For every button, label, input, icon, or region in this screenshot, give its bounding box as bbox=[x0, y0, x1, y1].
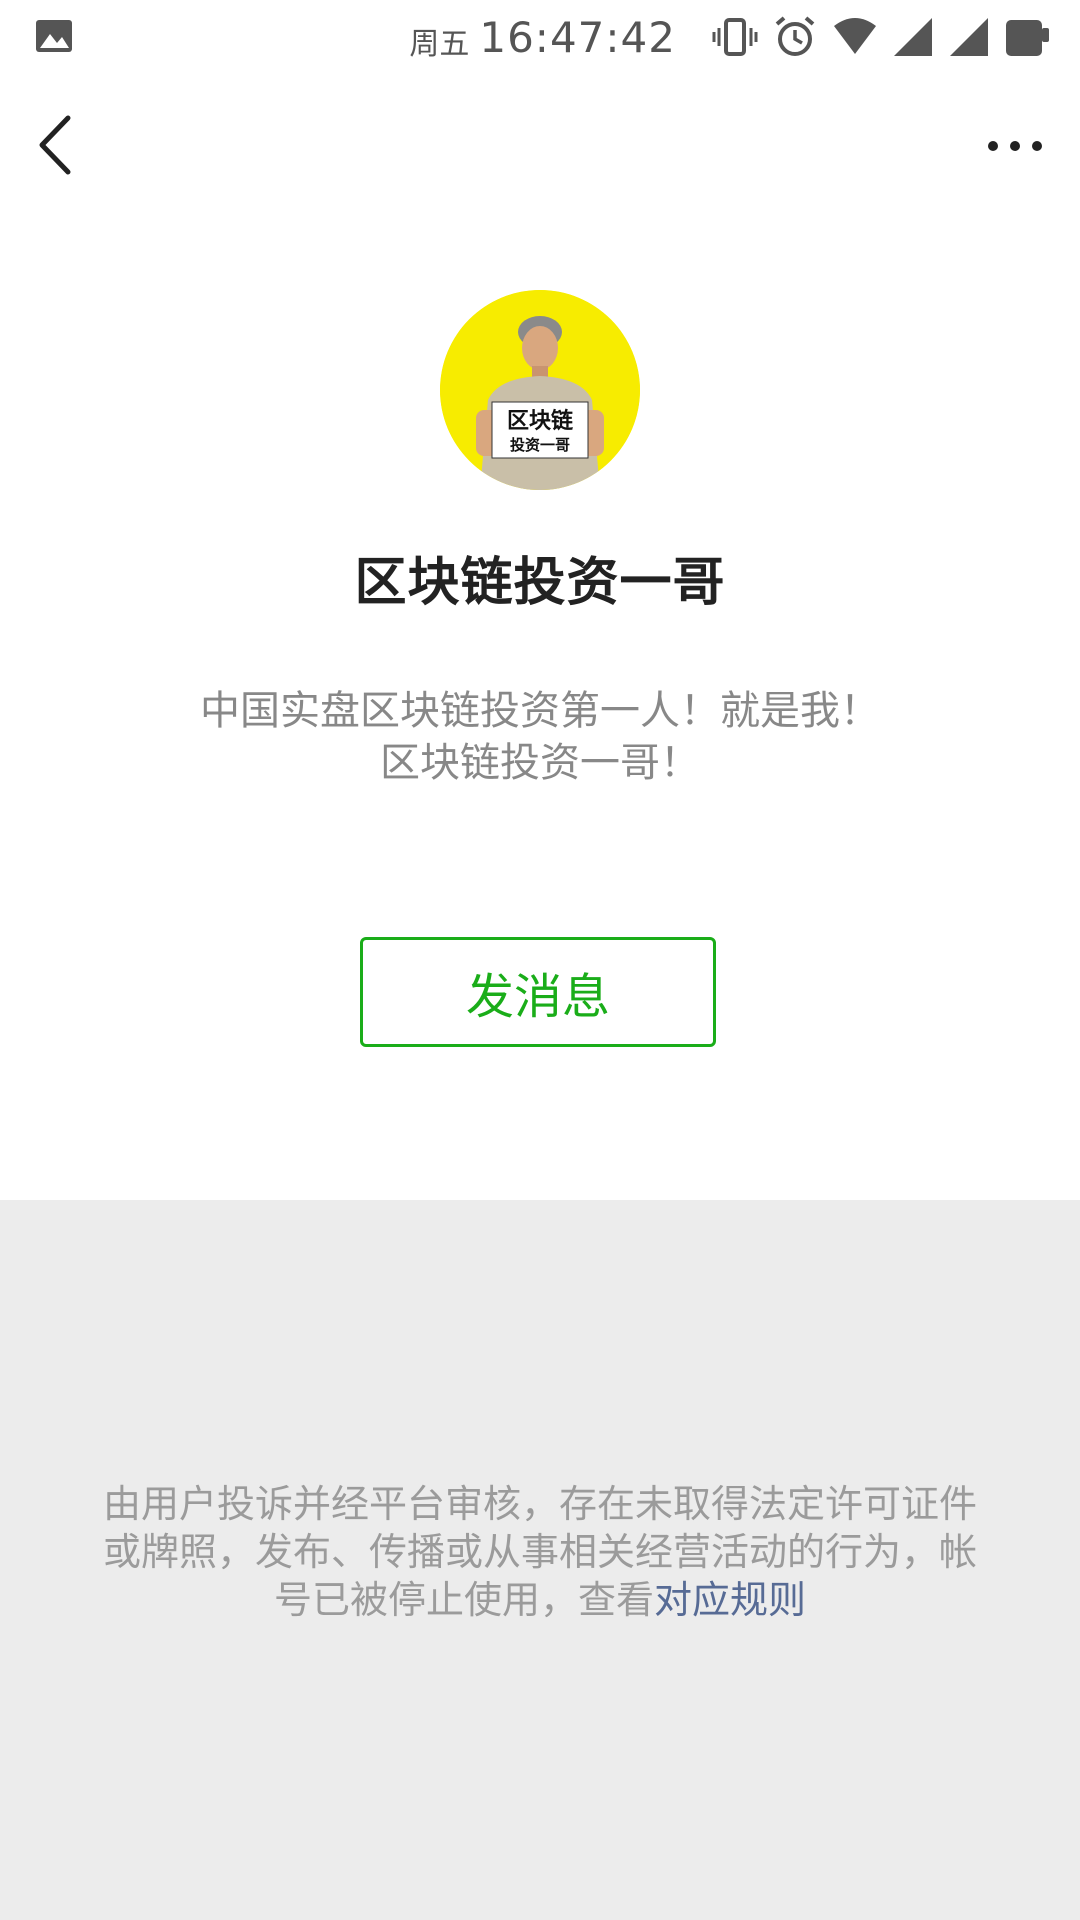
status-time: 16:47:42 bbox=[479, 12, 676, 62]
alarm-icon bbox=[775, 16, 815, 56]
account-name: 区块链投资一哥 bbox=[354, 553, 726, 613]
status-indicators: 周五 16:47:42 bbox=[409, 8, 1052, 66]
wifi-icon bbox=[834, 18, 876, 54]
account-profile-screen: 周五 16:47:42 区块链 投资一哥 区块链投资一哥 中国实盘区块链投资第一… bbox=[0, 0, 1080, 1920]
send-message-button[interactable]: 发消息 bbox=[360, 937, 716, 1047]
more-dots-icon bbox=[988, 141, 1042, 151]
avatar-image: 区块链 投资一哥 bbox=[440, 290, 640, 490]
avatar-sign-line1: 区块链 bbox=[507, 408, 573, 434]
gallery-icon bbox=[36, 20, 72, 52]
back-button[interactable] bbox=[30, 110, 86, 180]
suspension-notice: 由用户投诉并经平台审核，存在未取得法定许可证件 或牌照，发布、传播或从事相关经营… bbox=[56, 1480, 1024, 1624]
status-day: 周五 bbox=[409, 27, 470, 62]
signal-icon bbox=[950, 18, 988, 56]
vibrate-icon bbox=[712, 18, 758, 56]
notice-line: 号已被停止使用，查看对应规则 bbox=[56, 1576, 1024, 1624]
view-rules-link[interactable]: 对应规则 bbox=[654, 1578, 806, 1622]
battery-icon bbox=[1006, 20, 1049, 56]
avatar[interactable]: 区块链 投资一哥 bbox=[440, 290, 640, 490]
chevron-left-icon bbox=[39, 115, 71, 175]
suspension-notice-area: 由用户投诉并经平台审核，存在未取得法定许可证件 或牌照，发布、传播或从事相关经营… bbox=[0, 1200, 1080, 1920]
notice-line: 或牌照，发布、传播或从事相关经营活动的行为，帐 bbox=[102, 1530, 977, 1574]
avatar-sign-line2: 投资一哥 bbox=[510, 436, 570, 454]
notice-line-prefix: 号已被停止使用，查看 bbox=[273, 1578, 654, 1622]
nav-bar bbox=[0, 74, 1080, 214]
signal-icon bbox=[894, 18, 932, 56]
account-bio: 中国实盘区块链投资第一人！就是我！ 区块链投资一哥！ bbox=[140, 685, 940, 789]
status-bar: 周五 16:47:42 bbox=[0, 0, 1080, 74]
notice-line: 由用户投诉并经平台审核，存在未取得法定许可证件 bbox=[102, 1482, 977, 1526]
bio-line: 区块链投资一哥！ bbox=[380, 740, 700, 786]
more-button[interactable] bbox=[980, 118, 1050, 174]
bio-line: 中国实盘区块链投资第一人！就是我！ bbox=[200, 688, 880, 734]
